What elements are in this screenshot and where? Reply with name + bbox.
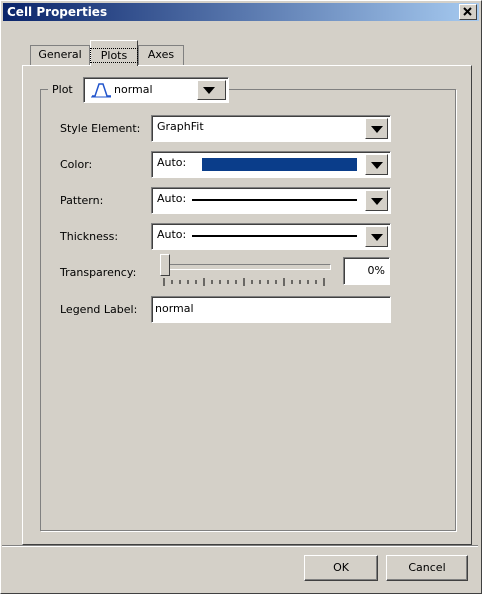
plot-group-header: Plot: [48, 77, 83, 101]
cancel-button-label: Cancel: [408, 561, 446, 574]
plot-select-dropdown-button[interactable]: [197, 80, 226, 100]
normal-curve-icon: [91, 83, 111, 98]
plot-label: Plot: [52, 82, 73, 96]
tab-axes[interactable]: Axes: [138, 45, 184, 65]
tab-axes-label: Axes: [147, 48, 175, 61]
button-separator: [2, 545, 478, 547]
close-button[interactable]: [459, 4, 477, 20]
cancel-button[interactable]: Cancel: [386, 555, 468, 581]
plot-select[interactable]: normal: [83, 77, 229, 103]
tab-general-label: General: [38, 48, 82, 61]
tab-plots[interactable]: Plots: [90, 40, 138, 66]
window-title: Cell Properties: [7, 5, 108, 19]
plots-tab-panel: [22, 65, 472, 545]
ok-button-label: OK: [333, 561, 349, 574]
tab-general[interactable]: General: [30, 45, 90, 65]
plot-select-value: normal: [114, 83, 153, 96]
title-bar: Cell Properties: [3, 3, 479, 21]
close-icon: [463, 7, 472, 16]
ok-button[interactable]: OK: [304, 555, 378, 581]
tab-plots-label: Plots: [90, 48, 138, 63]
